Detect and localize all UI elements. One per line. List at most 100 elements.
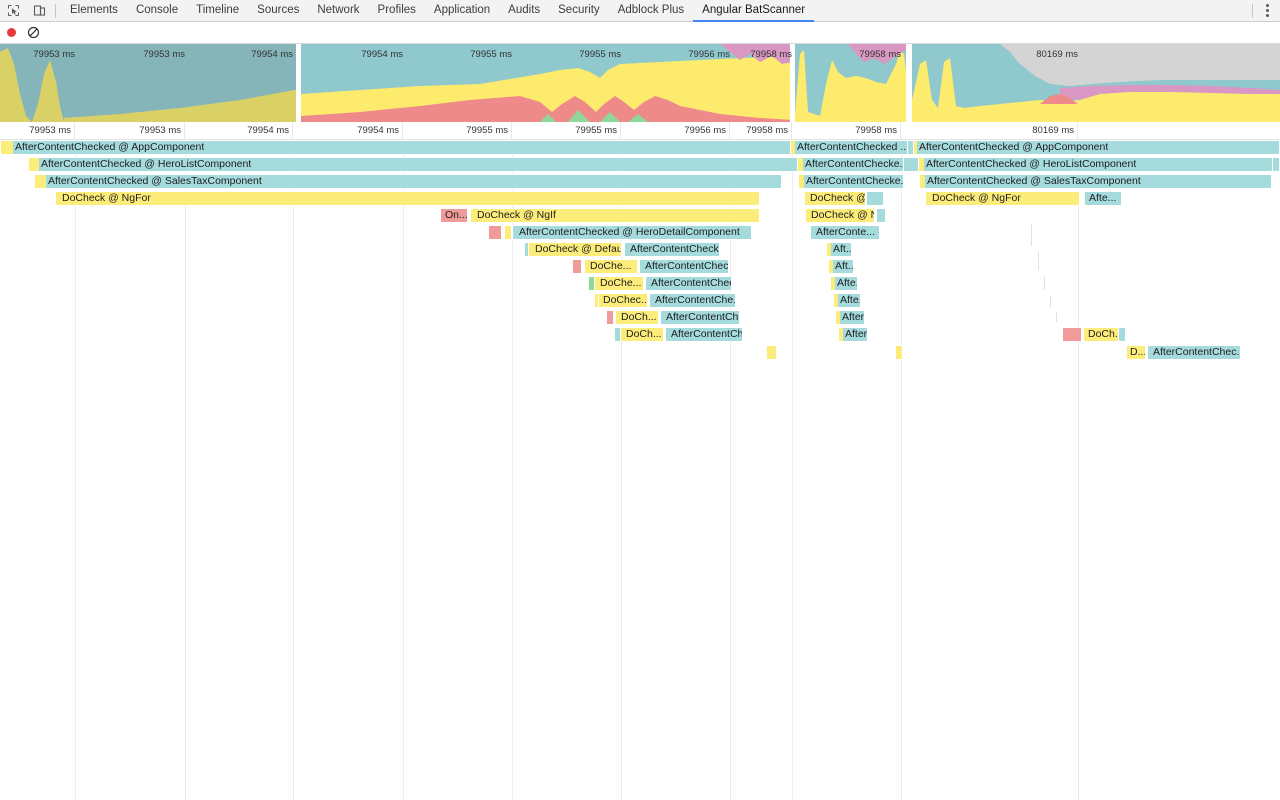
flame-tickmark [1031,224,1032,246]
tab-network[interactable]: Network [308,0,368,22]
flame-bar-body-segment [867,192,883,205]
flame-bar[interactable] [488,225,502,240]
flame-bar[interactable]: DoCheck @ N... [805,208,875,223]
flame-bar[interactable]: AfterContentCh... [660,310,740,325]
flame-bar[interactable]: After... [835,310,865,325]
flame-tickmark [1050,296,1051,308]
flame-bar-body-segment [811,226,879,239]
flame-bar[interactable]: D... [1126,345,1146,360]
tab-sources[interactable]: Sources [248,0,308,22]
flame-bar[interactable]: AfterContentCh... [665,327,743,342]
flame-bar[interactable]: DoCh... [615,310,659,325]
flame-bar-lead-segment [29,158,39,171]
flame-bar[interactable]: Afte... [833,293,861,308]
flame-bar[interactable]: AfterContentChec... [645,276,732,291]
flame-bar[interactable]: Aft... [828,259,854,274]
flame-bar[interactable]: Afte... [1084,191,1122,206]
more-options-icon[interactable] [1258,0,1276,21]
tab-console[interactable]: Console [127,0,187,22]
tab-timeline[interactable]: Timeline [187,0,248,22]
flame-bar[interactable]: AfterContentChe... [649,293,736,308]
flame-bar[interactable]: Afte... [830,276,858,291]
flame-bar[interactable] [1118,327,1126,342]
flame-bar[interactable]: DoCheck @ NgFor [925,191,1080,206]
flame-bar[interactable]: AfterContentCheck... [624,242,720,257]
flame-bar[interactable]: AfterContentChecked @ HeroListComponent [918,157,1273,172]
flame-bar-body-segment [926,192,1079,205]
flame-bar-body-segment [843,328,867,341]
tab-profiles[interactable]: Profiles [369,0,425,22]
flame-bar[interactable] [895,345,903,360]
flame-bar-body-segment [795,141,907,154]
flame-bar-body-segment [924,158,1272,171]
flame-bar[interactable]: AfterContentChec... [639,259,729,274]
flame-bar-body-segment [840,311,864,324]
devtools-tabs: Elements Console Timeline Sources Network Pro… [61,0,815,22]
flame-bar[interactable] [606,310,614,325]
flame-bar-body-segment [640,260,728,273]
flame-bar[interactable]: Aft... [826,242,852,257]
flame-bar[interactable] [766,345,777,360]
flame-bar-body-segment [595,277,643,290]
flame-bar[interactable]: AfterContentChecke... [797,157,904,172]
flame-bar[interactable]: DoChec... [598,293,648,308]
tab-audits[interactable]: Audits [499,0,549,22]
clear-icon [27,26,39,39]
flame-bar[interactable] [866,191,884,206]
flame-gridline [293,140,294,800]
record-button[interactable] [0,22,22,43]
flame-bar[interactable]: AfterContentChecked @ AppComponent [913,140,1280,155]
flame-bar-body-segment [1085,192,1121,205]
flame-bar[interactable]: AfterContentChecked @ SalesTaxComponent [919,174,1272,189]
flame-bar[interactable] [876,208,886,223]
flame-bar[interactable]: DoChe... [594,276,644,291]
flame-bar[interactable]: AfterContentChec... [1147,345,1241,360]
flame-bar-body-segment [1119,328,1125,341]
flame-bar-body-segment [1063,328,1081,341]
flame-bar-body-segment [803,158,903,171]
flame-bar-lead-segment [35,175,46,188]
flame-bar[interactable] [572,259,582,274]
flame-gridline [792,140,793,800]
flame-bar[interactable]: After... [838,327,868,342]
flame-chart[interactable]: AfterContentChecked @ AppComponent AfterC… [0,140,1280,800]
flame-bar-body-segment [46,175,781,188]
flame-bar-body-segment [666,328,742,341]
flame-bar-body-segment [585,260,637,273]
flame-bar[interactable]: DoCheck @ NgFor [55,191,760,206]
tab-application[interactable]: Application [425,0,499,22]
flame-bar[interactable]: AfterContentChecked @ HeroDetailComponen… [512,225,752,240]
flame-bar[interactable]: DoCheck @ Defau... [528,242,622,257]
tab-angular-batscanner[interactable]: Angular BatScanner [693,0,815,22]
flame-bar-body-segment [805,192,865,205]
clear-button[interactable] [22,22,44,43]
timeline-overview[interactable]: 79953 ms 79953 ms 79954 ms 79954 ms 79955 ms… [0,44,1280,122]
inspect-element-icon[interactable] [0,0,26,21]
flame-bar[interactable]: AfterContentChecked @ SalesTaxComponent [34,174,782,189]
panel-controls [0,22,1280,44]
tab-security[interactable]: Security [549,0,609,22]
flame-bar[interactable]: DoChe... [584,259,638,274]
flame-bar-body-segment [838,294,860,307]
flame-bar-body-segment [625,243,719,256]
flame-bar[interactable]: AfterConte... [810,225,880,240]
flame-bar[interactable]: DoCheck @ NgIf [470,208,760,223]
toolbar-divider [55,3,56,18]
toolbar-right-group [1249,0,1280,22]
flame-bar[interactable]: AfterContentChecke... [798,174,904,189]
flame-bar[interactable] [504,225,512,240]
flame-bar[interactable]: DoCh... [1083,327,1119,342]
flame-bar-body-segment [835,277,857,290]
flame-bar[interactable]: AfterContentChecked ... [790,140,908,155]
flame-bar-body-segment [877,209,885,222]
flame-bar[interactable]: DoCheck @ ... [804,191,866,206]
flame-bar-body-segment [513,226,751,239]
flame-bar-body-segment [471,209,759,222]
flame-bar[interactable]: DoCh... [620,327,664,342]
flame-bar[interactable] [1062,327,1082,342]
tab-elements[interactable]: Elements [61,0,127,22]
flame-bar[interactable]: On... [440,208,468,223]
toolbar-divider-right [1252,3,1253,18]
tab-adblock-plus[interactable]: Adblock Plus [609,0,693,22]
device-toolbar-icon[interactable] [26,0,52,21]
